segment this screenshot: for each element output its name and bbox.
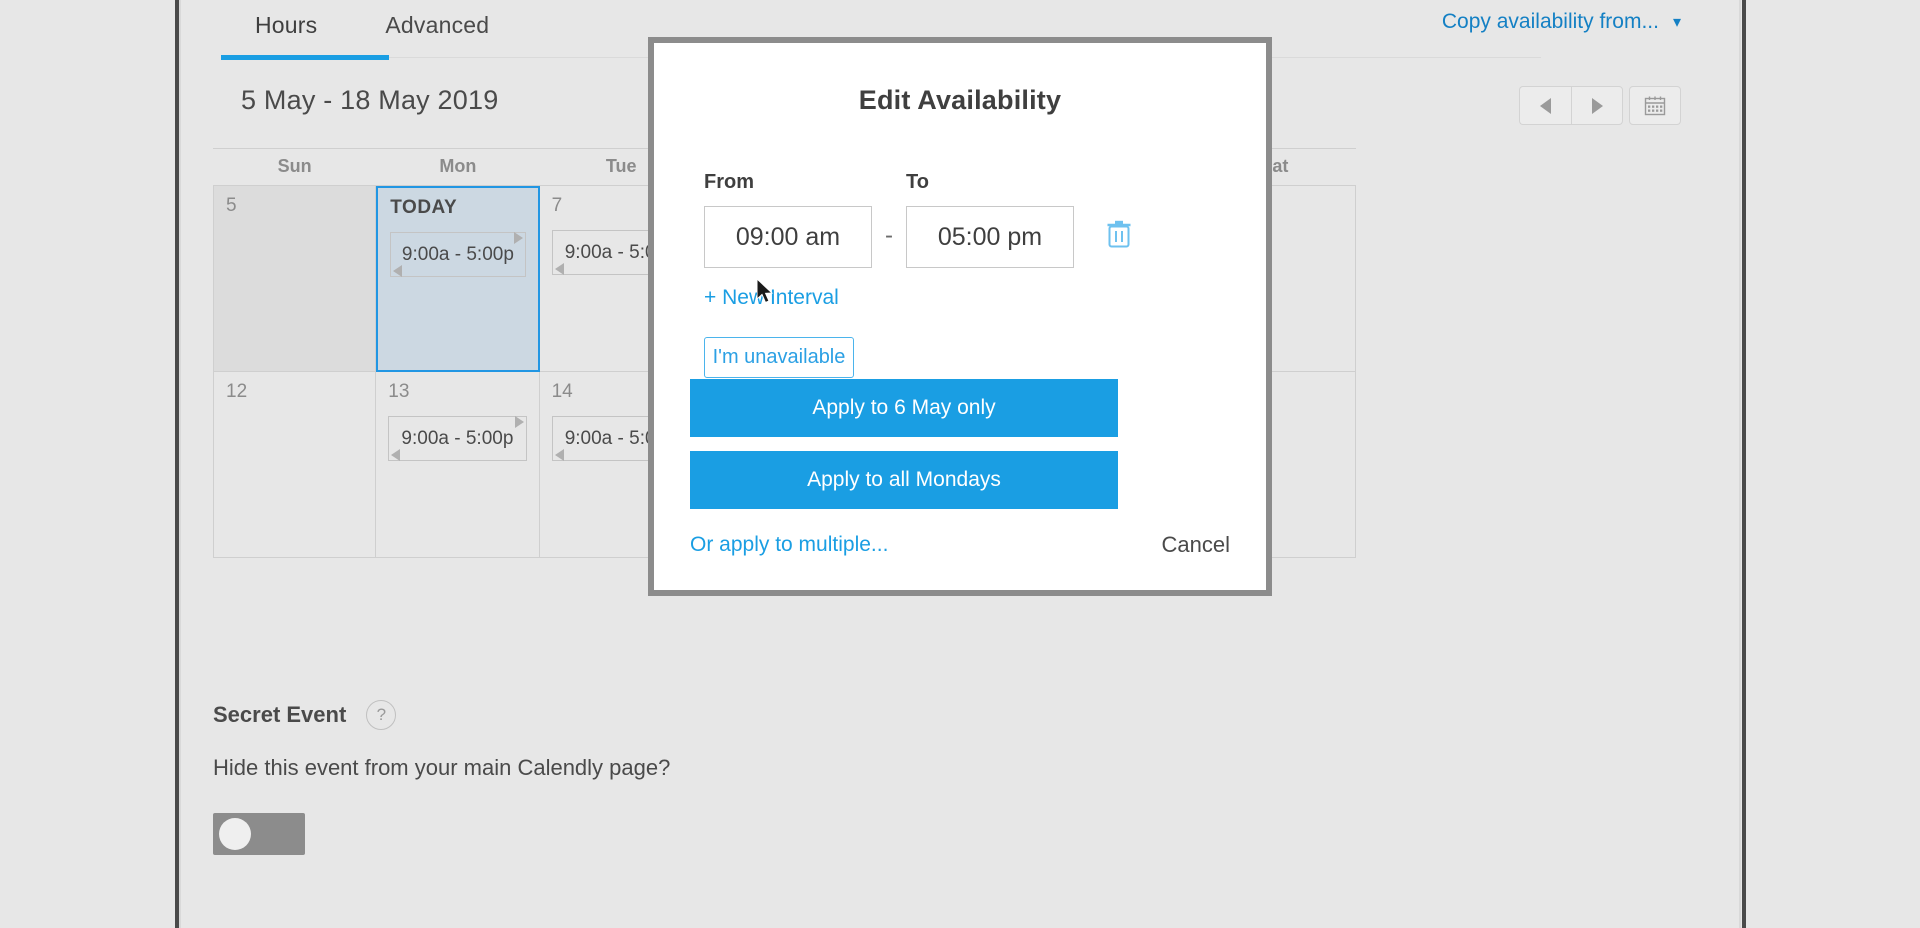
cancel-button[interactable]: Cancel xyxy=(1162,532,1230,558)
app-root: Hours Advanced Copy availability from...… xyxy=(0,0,1920,928)
triangle-left-icon xyxy=(1540,97,1551,114)
secret-event-title: Secret Event xyxy=(213,702,347,727)
delete-interval-button[interactable] xyxy=(1102,214,1136,254)
active-tab-indicator xyxy=(221,55,389,60)
toggle-knob xyxy=(219,818,251,850)
apply-to-all-mondays-button[interactable]: Apply to all Mondays xyxy=(690,451,1118,509)
calendar-day-cell[interactable]: TODAY 9:00a - 5:00p xyxy=(376,186,540,372)
slot-time: 9:00a - 5:00p xyxy=(401,243,514,265)
secret-event-description: Hide this event from your main Calendly … xyxy=(213,755,671,780)
to-label: To xyxy=(906,171,929,193)
mouse-pointer-icon xyxy=(757,279,774,304)
edit-availability-modal: Edit Availability From - To + xyxy=(648,37,1272,596)
date-picker-button[interactable] xyxy=(1629,86,1681,125)
to-field-group: To xyxy=(906,171,1074,268)
time-range-row: From - To xyxy=(704,171,1136,268)
resize-start-arrow-icon xyxy=(554,263,564,275)
day-number: 14 xyxy=(551,381,573,402)
calendar-nav-group xyxy=(1519,86,1623,125)
resize-start-arrow-icon xyxy=(393,265,403,277)
date-range-title: 5 May - 18 May 2019 xyxy=(241,85,499,115)
tab-bar: Hours Advanced xyxy=(221,0,523,61)
secret-event-toggle[interactable] xyxy=(213,813,305,855)
secret-event-header: Secret Event ? xyxy=(213,700,1313,730)
apply-to-day-button[interactable]: Apply to 6 May only xyxy=(690,379,1118,437)
apply-to-multiple-link[interactable]: Or apply to multiple... xyxy=(690,533,888,557)
to-time-input[interactable] xyxy=(906,206,1074,268)
resize-end-arrow-icon xyxy=(514,416,524,428)
availability-slot[interactable]: 9:00a - 5:00p xyxy=(388,416,527,461)
availability-slot[interactable]: 9:00a - 5:00p xyxy=(390,232,526,277)
slot-time: 9:00a - 5:00p xyxy=(401,427,514,449)
resize-start-arrow-icon xyxy=(554,449,564,461)
from-field-group: From xyxy=(704,171,872,268)
resize-start-arrow-icon xyxy=(391,449,401,461)
question-mark-icon[interactable]: ? xyxy=(366,700,397,730)
calendar-icon xyxy=(1644,96,1666,115)
resize-end-arrow-icon xyxy=(513,232,523,244)
calendar-day-cell[interactable]: 5 xyxy=(213,186,377,372)
day-number: 12 xyxy=(226,381,248,402)
time-range-separator: - xyxy=(885,222,893,249)
from-time-input[interactable] xyxy=(704,206,872,268)
day-header-sun: Sun xyxy=(277,156,312,176)
day-number: 5 xyxy=(226,195,237,216)
day-header-mon: Mon xyxy=(439,156,477,176)
day-number: 13 xyxy=(388,381,410,402)
chevron-down-icon: ▾ xyxy=(1672,14,1681,31)
calendar-day-cell[interactable]: 12 xyxy=(213,372,377,558)
secret-event-section: Secret Event ? Hide this event from your… xyxy=(213,700,1313,855)
prev-week-button[interactable] xyxy=(1519,86,1571,125)
page-right-rail xyxy=(1742,0,1746,928)
tab-hours[interactable]: Hours xyxy=(221,0,351,61)
trash-icon xyxy=(1107,220,1131,248)
tab-advanced[interactable]: Advanced xyxy=(351,0,523,61)
copy-availability-label: Copy availability from... xyxy=(1441,10,1659,33)
next-week-button[interactable] xyxy=(1571,86,1623,125)
im-unavailable-button[interactable]: I'm unavailable xyxy=(704,337,854,378)
from-label: From xyxy=(704,171,754,193)
calendar-day-cell[interactable]: 13 9:00a - 5:00p xyxy=(376,372,540,558)
page-right-hairline xyxy=(1739,0,1741,928)
day-number: 7 xyxy=(551,195,563,216)
copy-availability-dropdown[interactable]: Copy availability from... ▾ xyxy=(1442,10,1681,34)
triangle-right-icon xyxy=(1591,97,1603,114)
modal-title: Edit Availability xyxy=(858,85,1062,115)
today-label: TODAY xyxy=(390,197,458,218)
